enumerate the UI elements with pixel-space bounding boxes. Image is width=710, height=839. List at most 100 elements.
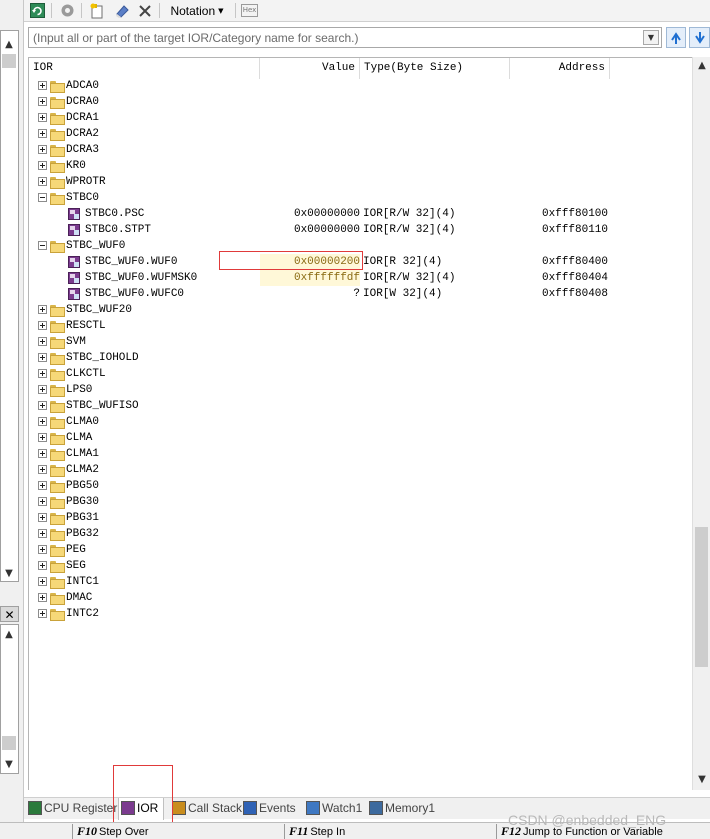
- expand-icon[interactable]: [38, 593, 47, 602]
- scroll-up-icon[interactable]: ▲: [2, 628, 16, 642]
- search-previous-button[interactable]: [666, 27, 686, 48]
- scroll-down-icon[interactable]: ▼: [695, 773, 709, 787]
- folder-icon: [50, 113, 65, 125]
- category-row[interactable]: STBC_WUF20: [29, 302, 692, 318]
- category-row[interactable]: CLMA2: [29, 462, 692, 478]
- expand-icon[interactable]: [38, 481, 47, 490]
- category-row[interactable]: DCRA2: [29, 126, 692, 142]
- tab-call-stack[interactable]: Call Stack: [170, 798, 242, 820]
- register-value[interactable]: 0x00000000: [260, 222, 360, 238]
- tab-events[interactable]: Events: [241, 798, 301, 820]
- category-row[interactable]: LPS0: [29, 382, 692, 398]
- category-row[interactable]: PBG50: [29, 478, 692, 494]
- grid-vertical-scrollbar[interactable]: ▲ ▼: [692, 57, 710, 790]
- category-row[interactable]: CLMA0: [29, 414, 692, 430]
- expand-icon[interactable]: [38, 513, 47, 522]
- category-row[interactable]: PEG: [29, 542, 692, 558]
- category-row[interactable]: STBC0: [29, 190, 692, 206]
- search-history-dropdown[interactable]: ▼: [643, 30, 659, 45]
- f11-step-in-button[interactable]: F11 Step In: [284, 824, 496, 839]
- expand-icon[interactable]: [38, 321, 47, 330]
- category-row[interactable]: DCRA3: [29, 142, 692, 158]
- column-header-ior[interactable]: IOR: [29, 58, 260, 79]
- search-input[interactable]: [29, 28, 637, 47]
- left-scroll-thumb[interactable]: [2, 736, 16, 750]
- expand-icon[interactable]: [38, 161, 47, 170]
- close-icon[interactable]: ✕: [0, 606, 19, 622]
- search-next-button[interactable]: [689, 27, 710, 48]
- category-row[interactable]: STBC_WUFISO: [29, 398, 692, 414]
- column-header-address[interactable]: Address: [510, 58, 610, 79]
- category-row[interactable]: INTC2: [29, 606, 692, 622]
- expand-icon[interactable]: [38, 401, 47, 410]
- hex-button[interactable]: Hex: [240, 2, 259, 19]
- expand-icon[interactable]: [38, 145, 47, 154]
- category-row[interactable]: CLKCTL: [29, 366, 692, 382]
- category-row[interactable]: PBG31: [29, 510, 692, 526]
- scroll-down-icon[interactable]: ▼: [2, 567, 16, 581]
- register-value[interactable]: ?: [260, 286, 360, 302]
- register-value[interactable]: 0x00000000: [260, 206, 360, 222]
- scroll-up-icon[interactable]: ▲: [2, 38, 16, 52]
- category-row[interactable]: PBG30: [29, 494, 692, 510]
- category-row[interactable]: DCRA0: [29, 94, 692, 110]
- expand-icon[interactable]: [38, 561, 47, 570]
- category-row[interactable]: PBG32: [29, 526, 692, 542]
- expand-icon[interactable]: [38, 369, 47, 378]
- property-button[interactable]: [59, 2, 75, 19]
- category-row[interactable]: DCRA1: [29, 110, 692, 126]
- register-row[interactable]: STBC0.PSC 0x00000000 IOR[R/W 32](4) 0xfff80…: [29, 206, 692, 222]
- expand-icon[interactable]: [38, 449, 47, 458]
- column-header-type[interactable]: Type(Byte Size): [360, 58, 510, 79]
- f10-step-over-button[interactable]: F10 Step Over: [72, 824, 284, 839]
- category-row[interactable]: WPROTR: [29, 174, 692, 190]
- expand-icon[interactable]: [38, 529, 47, 538]
- add-button[interactable]: [89, 2, 105, 19]
- expand-icon[interactable]: [38, 465, 47, 474]
- expand-icon[interactable]: [38, 337, 47, 346]
- expand-icon[interactable]: [38, 417, 47, 426]
- scrollbar-thumb[interactable]: [695, 527, 708, 667]
- expand-icon[interactable]: [38, 497, 47, 506]
- register-row[interactable]: STBC0.STPT 0x00000000 IOR[R/W 32](4) 0xfff8…: [29, 222, 692, 238]
- category-row[interactable]: RESCTL: [29, 318, 692, 334]
- scroll-down-icon[interactable]: ▼: [2, 758, 16, 772]
- category-row[interactable]: CLMA1: [29, 446, 692, 462]
- expand-icon[interactable]: [38, 433, 47, 442]
- expand-icon[interactable]: [38, 177, 47, 186]
- tab-memory1[interactable]: Memory1: [367, 798, 435, 820]
- expand-icon[interactable]: [38, 385, 47, 394]
- expand-icon[interactable]: [38, 305, 47, 314]
- category-row[interactable]: STBC_IOHOLD: [29, 350, 692, 366]
- category-row[interactable]: CLMA: [29, 430, 692, 446]
- register-row[interactable]: STBC_WUF0.WUFMSK0 0xffffffdf IOR[R/W 32](4…: [29, 270, 692, 286]
- category-row[interactable]: DMAC: [29, 590, 692, 606]
- left-scroll-thumb[interactable]: [2, 54, 16, 68]
- category-row[interactable]: KR0: [29, 158, 692, 174]
- collapse-icon[interactable]: [38, 193, 47, 202]
- collapse-icon[interactable]: [38, 241, 47, 250]
- expand-icon[interactable]: [38, 97, 47, 106]
- scroll-up-icon[interactable]: ▲: [695, 59, 709, 73]
- expand-icon[interactable]: [38, 609, 47, 618]
- delete-button[interactable]: [137, 2, 153, 19]
- register-row[interactable]: STBC_WUF0.WUFC0? IOR[W 32](4) 0xfff80408: [29, 286, 692, 302]
- register-value[interactable]: 0xffffffdf: [260, 270, 360, 286]
- category-row[interactable]: SEG: [29, 558, 692, 574]
- tab-cpu-register[interactable]: CPU Register: [26, 798, 117, 820]
- category-row[interactable]: ADCA0: [29, 78, 692, 94]
- expand-icon[interactable]: [38, 113, 47, 122]
- folder-icon: [50, 577, 65, 589]
- erase-button[interactable]: [114, 2, 130, 19]
- expand-icon[interactable]: [38, 81, 47, 90]
- column-header-value[interactable]: Value: [260, 58, 360, 79]
- expand-icon[interactable]: [38, 577, 47, 586]
- expand-icon[interactable]: [38, 353, 47, 362]
- tab-watch1[interactable]: Watch1: [304, 798, 364, 820]
- category-row[interactable]: SVM: [29, 334, 692, 350]
- expand-icon[interactable]: [38, 129, 47, 138]
- expand-icon[interactable]: [38, 545, 47, 554]
- refresh-button[interactable]: [29, 2, 45, 19]
- notation-dropdown[interactable]: Notation ▼: [165, 2, 229, 19]
- category-row[interactable]: INTC1: [29, 574, 692, 590]
